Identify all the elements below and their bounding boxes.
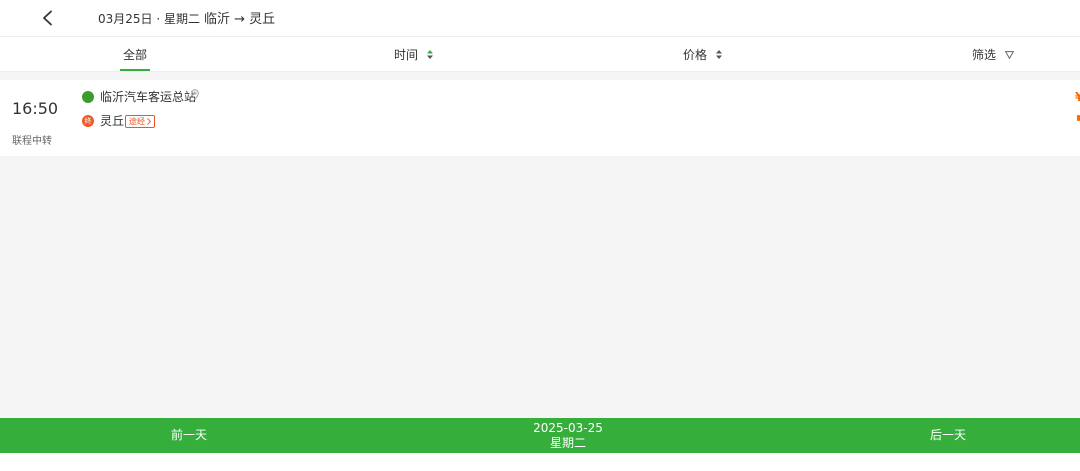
- page-title: 03月25日 · 星期二 临沂 → 灵丘: [98, 10, 275, 28]
- tab-price[interactable]: 价格: [683, 37, 722, 71]
- origin-station: 临沂汽车客运总站: [100, 90, 197, 104]
- trip-type: 联程中转: [12, 136, 52, 147]
- tab-filter-label: 筛选: [972, 47, 997, 62]
- tab-all[interactable]: 全部: [115, 37, 155, 71]
- sort-icon: [715, 50, 722, 59]
- destination-station: 灵丘: [100, 114, 125, 128]
- current-weekday: 星期二: [549, 436, 586, 450]
- tab-price-label: 价格: [683, 47, 708, 62]
- chevron-right-icon: [147, 118, 151, 125]
- trip-card[interactable]: 16:50 联程中转 临沂汽车客运总站 终 灵丘 途经 ¥: [0, 80, 1080, 156]
- sort-icon: [426, 50, 433, 59]
- filter-tab-bar: 全部 时间 价格 筛选: [0, 37, 1080, 72]
- tab-time-label: 时间: [394, 47, 419, 62]
- price: ¥: [1075, 89, 1080, 105]
- previous-day-button[interactable]: 前一天: [149, 418, 229, 453]
- travel-date: 03月25日 · 星期二: [98, 12, 200, 26]
- date-navigation-bar: 前一天 2025-03-25 星期二 后一天: [0, 418, 1080, 453]
- active-tab-indicator: [120, 69, 150, 71]
- destination-marker: 终: [82, 115, 94, 127]
- departure-time: 16:50: [12, 99, 59, 118]
- origin-marker: [82, 91, 94, 103]
- trip-list: 16:50 联程中转 临沂汽车客运总站 终 灵丘 途经 ¥: [0, 72, 1080, 418]
- price-symbol: ¥: [1075, 90, 1080, 104]
- via-stops-tag[interactable]: 途经: [125, 115, 155, 128]
- filter-icon: [1004, 50, 1014, 59]
- tab-filter[interactable]: 筛选: [972, 37, 1014, 71]
- next-day-button[interactable]: 后一天: [908, 418, 988, 453]
- back-arrow-icon[interactable]: [40, 10, 56, 26]
- tab-all-label: 全部: [122, 47, 147, 62]
- location-pin-icon[interactable]: [191, 89, 199, 100]
- tab-time[interactable]: 时间: [394, 37, 433, 71]
- current-date-value: 2025-03-25: [533, 421, 603, 435]
- current-date[interactable]: 2025-03-25 星期二: [508, 421, 628, 451]
- via-label: 途经: [129, 117, 145, 126]
- route: 临沂 → 灵丘: [203, 12, 276, 27]
- top-header: 03月25日 · 星期二 临沂 → 灵丘: [0, 0, 1080, 37]
